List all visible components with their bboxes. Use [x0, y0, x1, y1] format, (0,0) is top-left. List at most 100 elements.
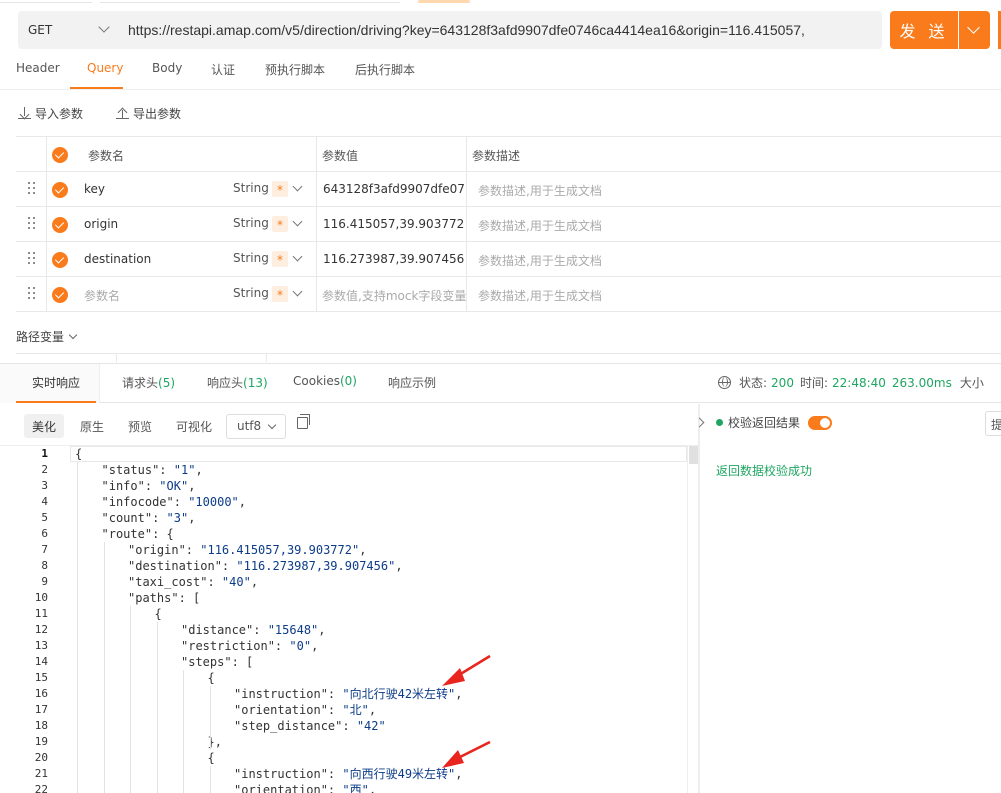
tab-live-response[interactable]: 实时响应: [32, 374, 80, 391]
format-visualize[interactable]: 可视化: [168, 414, 220, 438]
code-line: "orientation": "北",: [234, 702, 376, 718]
line-number: 14: [34, 655, 48, 668]
line-number: 13: [34, 639, 48, 652]
drag-handle-icon[interactable]: [27, 182, 37, 196]
json-token: "step_distance":: [234, 719, 357, 733]
param-desc[interactable]: 参数描述,用于生成文档: [478, 182, 602, 199]
import-params-button[interactable]: 导入参数: [18, 105, 83, 122]
right-panel-button[interactable]: 提: [985, 411, 1001, 436]
tab-post-script[interactable]: 后执行脚本: [355, 61, 415, 78]
json-token: {: [75, 447, 83, 461]
format-raw[interactable]: 原生: [72, 414, 112, 438]
code-line: "steps": [: [181, 654, 253, 670]
line-number: 15: [34, 671, 48, 684]
required-badge[interactable]: *: [272, 286, 288, 302]
json-token: ,: [238, 495, 247, 509]
json-string: "40": [221, 575, 251, 589]
tab-response-headers[interactable]: 响应头(13): [207, 374, 268, 391]
row-checkbox[interactable]: [52, 252, 68, 268]
param-desc[interactable]: 参数描述,用于生成文档: [478, 217, 602, 234]
send-button[interactable]: 发 送: [890, 11, 958, 49]
json-token: "instruction":: [234, 767, 343, 781]
line-number: 19: [34, 735, 48, 748]
json-string: "北": [342, 703, 369, 717]
drag-handle-icon[interactable]: [27, 287, 37, 301]
param-value[interactable]: 116.415057,39.903772: [323, 217, 464, 231]
json-token: "infocode":: [101, 495, 189, 509]
row-checkbox[interactable]: [52, 287, 68, 303]
line-number: 8: [41, 559, 48, 572]
json-string: "0": [289, 639, 312, 653]
send-dropdown-button[interactable]: [959, 11, 990, 49]
param-value[interactable]: 643128f3afd9907dfe07: [323, 182, 465, 196]
tab-response-example[interactable]: 响应示例: [388, 374, 436, 391]
active-tab-indicator: [16, 401, 96, 403]
required-badge[interactable]: *: [272, 216, 288, 232]
tab-body[interactable]: Body: [152, 61, 182, 75]
required-badge[interactable]: *: [272, 181, 288, 197]
json-token: ,: [195, 463, 203, 477]
tab-pre-script[interactable]: 预执行脚本: [265, 61, 325, 78]
encoding-select[interactable]: utf8: [226, 414, 286, 439]
row-checkbox[interactable]: [52, 182, 68, 198]
code-line: "restriction": "0",: [181, 638, 318, 654]
code-line: "instruction": "向西行驶49米左转",: [234, 766, 463, 782]
tab-auth[interactable]: 认证: [211, 61, 235, 78]
drag-handle-icon[interactable]: [27, 252, 37, 266]
response-body-editor[interactable]: 1 2 3 4 5 6 7 8 9 10 11 12 13 14 15 16 17 18 19 20 21 22 {"st…: [0, 446, 687, 793]
param-name[interactable]: origin: [84, 217, 118, 231]
param-value[interactable]: 116.273987,39.907456: [323, 252, 464, 266]
path-variables-toggle[interactable]: 路径变量: [16, 328, 78, 345]
export-params-button[interactable]: 导出参数: [116, 105, 181, 122]
required-badge[interactable]: *: [272, 251, 288, 267]
chevron-down-icon: [98, 21, 110, 33]
format-beautify[interactable]: 美化: [24, 414, 65, 438]
param-type[interactable]: String: [233, 216, 269, 230]
json-token: "taxi_cost":: [128, 575, 222, 589]
drag-handle-icon[interactable]: [27, 217, 37, 231]
line-number: 11: [34, 607, 48, 620]
json-token: [: [246, 655, 254, 669]
copy-icon[interactable]: [297, 414, 310, 429]
param-value-placeholder[interactable]: 参数值,支持mock字段变量: [322, 287, 466, 304]
json-token: "origin":: [128, 543, 201, 557]
param-desc-placeholder[interactable]: 参数描述,用于生成文档: [478, 287, 602, 304]
param-name[interactable]: key: [84, 182, 105, 196]
param-name[interactable]: destination: [84, 252, 151, 266]
panel-splitter[interactable]: [698, 404, 700, 793]
param-name-placeholder[interactable]: 参数名: [84, 287, 120, 304]
method-select[interactable]: GET: [18, 11, 120, 49]
tab-cookies[interactable]: Cookies(0): [293, 374, 357, 388]
param-type[interactable]: String: [233, 286, 269, 300]
json-token: "status":: [101, 463, 174, 477]
chevron-down-icon[interactable]: [292, 251, 303, 262]
validate-result: 返回数据校验成功: [716, 464, 813, 478]
current-line-highlight: [70, 446, 687, 462]
json-token: "instruction":: [234, 687, 343, 701]
chevron-down-icon[interactable]: [292, 286, 303, 297]
json-string: "15648": [267, 623, 319, 637]
param-desc[interactable]: 参数描述,用于生成文档: [478, 252, 602, 269]
json-token: "destination":: [128, 559, 237, 573]
param-type[interactable]: String: [233, 181, 269, 195]
json-token: ,: [395, 559, 403, 573]
url-input[interactable]: https://restapi.amap.com/v5/direction/dr…: [120, 11, 882, 49]
json-string: "10000": [188, 495, 239, 509]
format-preview[interactable]: 预览: [120, 414, 160, 438]
indent-guide: [130, 606, 131, 793]
editor-scrollbar[interactable]: [687, 446, 698, 793]
validate-toggle[interactable]: [808, 415, 833, 430]
tab-query[interactable]: Query: [87, 61, 123, 75]
json-string: "3": [166, 511, 189, 525]
json-token: ,: [368, 703, 377, 717]
chevron-down-icon: [267, 420, 277, 430]
tab-header[interactable]: Header: [16, 61, 60, 75]
tab-request-headers[interactable]: 请求头(5): [122, 374, 175, 391]
param-type[interactable]: String: [233, 251, 269, 265]
select-all-checkbox[interactable]: [52, 147, 68, 163]
chevron-down-icon: [967, 21, 980, 34]
path-variables-table: [16, 353, 1001, 362]
chevron-down-icon[interactable]: [292, 216, 303, 227]
chevron-down-icon[interactable]: [292, 181, 303, 192]
row-checkbox[interactable]: [52, 217, 68, 233]
